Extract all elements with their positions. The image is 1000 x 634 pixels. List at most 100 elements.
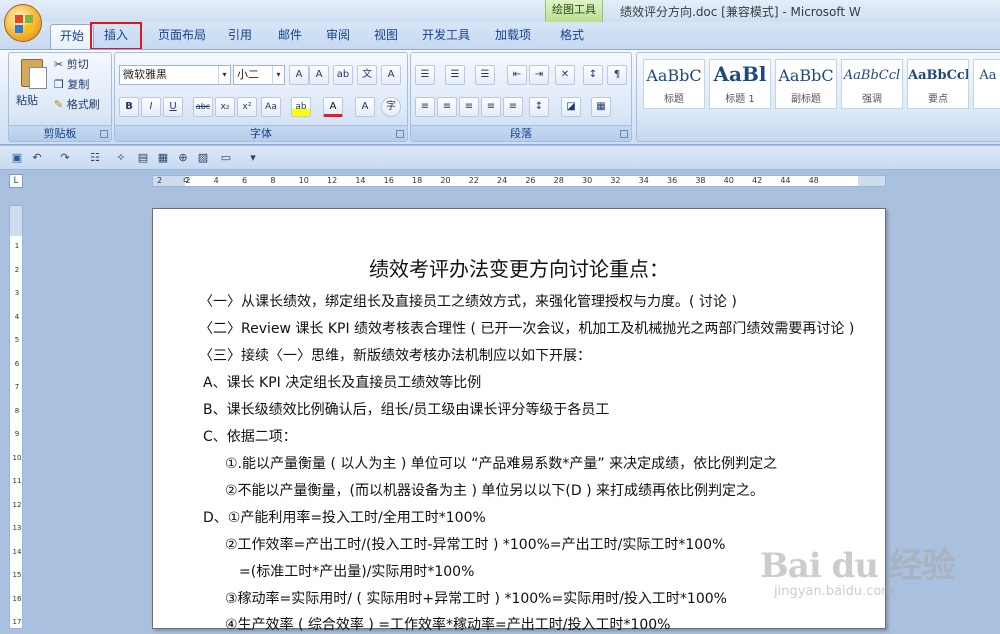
office-button[interactable] xyxy=(4,4,42,42)
tab-home[interactable]: 开始 xyxy=(50,24,94,50)
ruler-tick-label: 44 xyxy=(780,176,791,185)
enclose-char-icon[interactable]: 字 xyxy=(381,97,401,117)
ruler-tick-label: 4 xyxy=(213,176,219,185)
superscript-icon[interactable]: x² xyxy=(237,97,257,117)
tab-review[interactable]: 审阅 xyxy=(318,24,358,48)
paste-icon[interactable] xyxy=(15,57,49,91)
shading-icon[interactable]: ◪ xyxy=(561,97,581,117)
style-heading-1[interactable]: AaBl 标题 1 xyxy=(709,59,771,109)
chevron-down-icon: ▾ xyxy=(272,66,284,84)
font-size-select[interactable]: 小二 ▾ xyxy=(233,65,285,85)
char-shading-icon[interactable]: A xyxy=(355,97,375,117)
tab-add-ins[interactable]: 加载项 xyxy=(486,24,540,48)
ruler-tick-label: 12 xyxy=(327,176,338,185)
indent-marker-icon[interactable]: ⌂ xyxy=(183,176,189,185)
office-logo-icon xyxy=(15,15,33,33)
vertical-ruler[interactable]: 1 2 3 4 5 6 7 8 9 10 11 12 13 14 15 16 17 xyxy=(9,205,23,629)
brush-icon: ✎ xyxy=(54,98,64,111)
tab-page-layout[interactable]: 页面布局 xyxy=(150,24,214,48)
style-name: 标题 1 xyxy=(725,94,755,105)
tab-references[interactable]: 引用 xyxy=(220,24,260,48)
paragraph-launcher-icon[interactable] xyxy=(620,130,628,138)
ruler-tick-label: 14 xyxy=(12,547,22,556)
tab-view[interactable]: 视图 xyxy=(366,24,406,48)
ruler-tick-label: 15 xyxy=(12,571,22,580)
highlight-icon[interactable]: ab xyxy=(291,97,311,117)
numbering-icon[interactable]: ☰ xyxy=(445,65,465,85)
tab-insert[interactable]: 插入 xyxy=(90,22,142,50)
char-border-icon[interactable]: A xyxy=(381,65,401,85)
italic-icon[interactable]: I xyxy=(141,97,161,117)
clear-format-icon[interactable]: ab xyxy=(333,65,353,85)
justify-icon[interactable]: ≡ xyxy=(481,97,501,117)
style-emphasis[interactable]: AaBbCcl 强调 xyxy=(841,59,903,109)
customize-toolbar-icon[interactable]: ▾ xyxy=(246,151,260,165)
quick-access-toolbar xyxy=(0,146,1000,170)
multilevel-list-icon[interactable]: ☰ xyxy=(475,65,495,85)
ruler-tick-label: 18 xyxy=(412,176,423,185)
redo-icon[interactable]: ↷ xyxy=(58,151,72,165)
align-right-icon[interactable]: ≡ xyxy=(459,97,479,117)
ruler-tick-label: 24 xyxy=(497,176,508,185)
line-spacing-icon[interactable]: ↕ xyxy=(529,97,549,117)
tab-developer[interactable]: 开发工具 xyxy=(418,24,474,48)
ruler-tick-label: 14 xyxy=(355,176,366,185)
style-title[interactable]: AaBbC 标题 xyxy=(643,59,705,109)
font-size-value: 小二 xyxy=(237,68,259,81)
decrease-indent-icon[interactable]: ⇤ xyxy=(507,65,527,85)
borders-icon[interactable]: ▦ xyxy=(591,97,611,117)
style-more[interactable]: Aa xyxy=(973,59,1000,109)
font-name-select[interactable]: 微软雅黑 ▾ xyxy=(119,65,231,85)
document-line-13: ④生产效率 ( 综合效率 ) =工作效率*稼动率=产出工时/投入工时*100% xyxy=(225,617,671,633)
phonetic-guide-icon[interactable]: 文 xyxy=(357,65,377,85)
document-line-3: 〈三〉接续〈一〉思维，新版绩效考核办法机制应以如下开展： xyxy=(199,348,591,364)
table-icon[interactable]: ☷ xyxy=(88,151,102,165)
show-marks-icon[interactable]: ¶ xyxy=(607,65,627,85)
format-painter-button[interactable]: ✎ 格式刷 xyxy=(53,95,101,115)
copy-button[interactable]: ❐ 复制 xyxy=(53,75,90,95)
document-line-2: 〈二〉Review 课长 KPI 绩效考核表合理性 ( 已开一次会议，机加工及机… xyxy=(199,321,855,337)
increase-indent-icon[interactable]: ⇥ xyxy=(529,65,549,85)
paste-button[interactable]: 粘贴 xyxy=(15,91,39,111)
distribute-icon[interactable]: ≡ xyxy=(503,97,523,117)
picture-icon[interactable]: ▨ xyxy=(196,151,210,165)
document-line-12: ③稼动率=实际用时/ ( 实际用时+异常工时 ) *100%=实际用时/投入工时… xyxy=(225,591,727,607)
style-subtitle[interactable]: AaBbC 副标题 xyxy=(775,59,837,109)
shrink-font-icon[interactable]: A xyxy=(309,65,329,85)
drawing-icon[interactable]: ✧ xyxy=(114,151,128,165)
grow-font-icon[interactable]: A xyxy=(289,65,309,85)
font-color-icon[interactable]: A xyxy=(323,97,343,117)
ruler-tick-label: 26 xyxy=(525,176,536,185)
text-box-icon[interactable]: ▭ xyxy=(216,151,236,165)
style-name: 强调 xyxy=(862,94,882,105)
copy-icon: ❐ xyxy=(54,78,64,91)
style-strong[interactable]: AaBbCcl 要点 xyxy=(907,59,969,109)
style-sample: Aa xyxy=(979,68,997,83)
bold-icon[interactable]: B xyxy=(119,97,139,117)
paragraph-group-label: 段落 xyxy=(411,125,631,141)
grid-icon[interactable]: ▦ xyxy=(156,151,170,165)
style-name: 标题 xyxy=(664,94,684,105)
tab-format[interactable]: 格式 xyxy=(550,24,594,48)
underline-icon[interactable]: U xyxy=(163,97,183,117)
clipboard-launcher-icon[interactable] xyxy=(100,130,108,138)
subscript-icon[interactable]: x₂ xyxy=(215,97,235,117)
bullets-icon[interactable]: ☰ xyxy=(415,65,435,85)
undo-icon[interactable]: ↶ xyxy=(30,151,44,165)
chinese-layout-icon[interactable]: ✕ xyxy=(555,65,575,85)
align-center-icon[interactable]: ≡ xyxy=(437,97,457,117)
document-line-6: C、依据二项： xyxy=(203,429,297,445)
change-case-icon[interactable]: Aa xyxy=(261,97,281,117)
align-left-icon[interactable]: ≡ xyxy=(415,97,435,117)
cut-button[interactable]: ✂ 剪切 xyxy=(53,55,90,75)
horizontal-ruler[interactable]: 2 2 4 6 8 10 12 14 16 18 20 22 24 26 28 30 32 34 36 38 40 42 4… xyxy=(152,175,886,187)
insert-field-icon[interactable]: ⊕ xyxy=(176,151,190,165)
save-icon[interactable]: ▣ xyxy=(10,151,24,165)
tab-selector[interactable]: L xyxy=(9,174,23,188)
tab-mailings[interactable]: 邮件 xyxy=(270,24,310,48)
font-launcher-icon[interactable] xyxy=(396,130,404,138)
sort-icon[interactable]: ↕ xyxy=(583,65,603,85)
strikethrough-icon[interactable]: abc xyxy=(193,97,213,117)
layout-icon[interactable]: ▤ xyxy=(136,151,150,165)
document-page[interactable]: 绩效考评办法变更方向讨论重点： 〈一〉从课长绩效，绑定组长及直接员工之绩效方式，… xyxy=(152,208,886,633)
